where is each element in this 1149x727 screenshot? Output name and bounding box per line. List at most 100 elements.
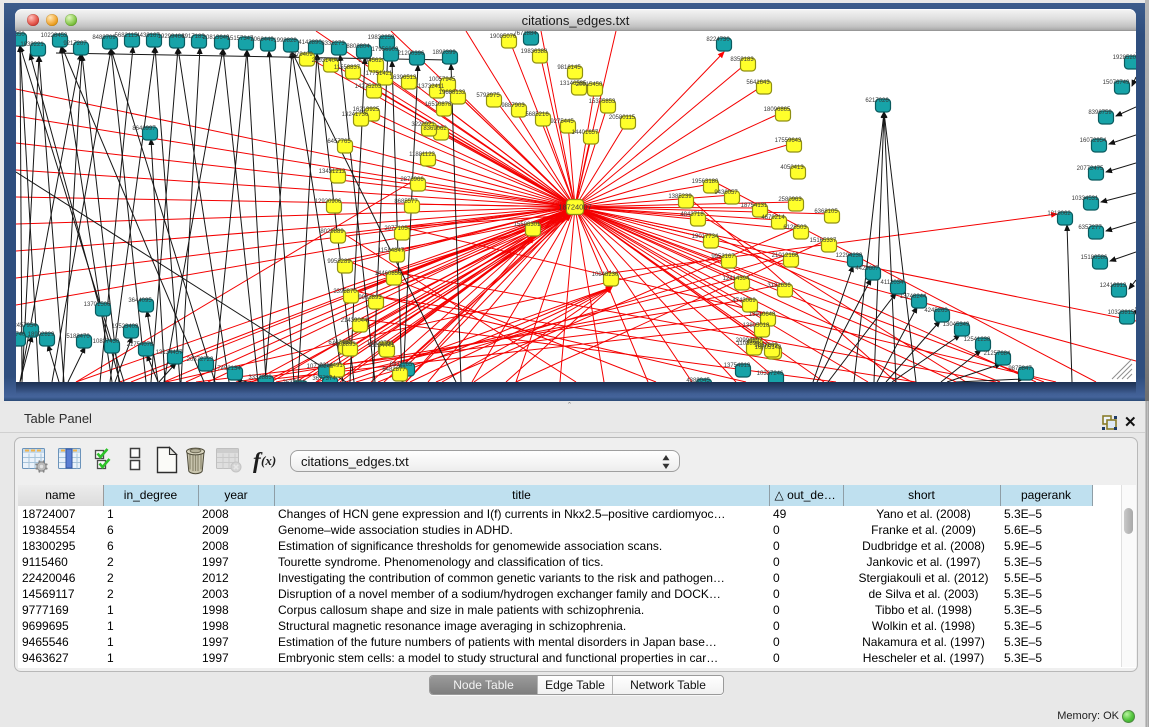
svg-text:13805018: 13805018 xyxy=(743,323,770,329)
svg-text:10848230: 10848230 xyxy=(592,272,619,278)
svg-text:12541238: 12541238 xyxy=(964,337,991,343)
svg-text:14275203: 14275203 xyxy=(355,84,382,90)
svg-text:8079409: 8079409 xyxy=(289,52,313,58)
svg-text:19688132: 19688132 xyxy=(439,90,466,96)
svg-text:5188470: 5188470 xyxy=(66,334,90,340)
svg-text:10057945: 10057945 xyxy=(429,77,456,83)
svg-text:3333883: 3333883 xyxy=(248,375,272,381)
svg-text:9953167: 9953167 xyxy=(711,254,735,260)
svg-text:16224441: 16224441 xyxy=(368,343,395,349)
svg-text:15076749: 15076749 xyxy=(1103,80,1130,86)
svg-text:16415740: 16415740 xyxy=(16,332,26,338)
svg-text:14460856: 14460856 xyxy=(375,271,402,277)
svg-text:12920906: 12920906 xyxy=(315,199,342,205)
svg-text:13134457: 13134457 xyxy=(156,350,183,356)
svg-text:9816145: 9816145 xyxy=(557,65,581,71)
svg-text:11558837: 11558837 xyxy=(334,65,361,71)
svg-text:11881122: 11881122 xyxy=(409,152,435,158)
svg-text:4112034: 4112034 xyxy=(881,280,905,286)
svg-text:13910648: 13910648 xyxy=(749,312,776,318)
svg-text:20580115: 20580115 xyxy=(609,115,636,121)
svg-text:21439044: 21439044 xyxy=(341,318,368,324)
svg-text:4743069: 4743069 xyxy=(732,298,756,304)
svg-text:16510878: 16510878 xyxy=(425,102,452,108)
svg-text:3395870: 3395870 xyxy=(333,289,357,295)
svg-text:20031404: 20031404 xyxy=(312,58,339,64)
svg-text:9875847: 9875847 xyxy=(1008,366,1032,372)
svg-text:15375853: 15375853 xyxy=(589,99,616,105)
svg-text:8646997: 8646997 xyxy=(132,126,156,132)
svg-text:8224730: 8224730 xyxy=(706,37,730,43)
svg-text:3644095: 3644095 xyxy=(128,298,152,304)
svg-text:9958289: 9958289 xyxy=(327,259,351,265)
svg-text:2876966: 2876966 xyxy=(400,177,424,183)
svg-text:8396759: 8396759 xyxy=(1088,110,1112,116)
svg-text:19832259: 19832259 xyxy=(368,35,395,41)
svg-text:2077105: 2077105 xyxy=(384,226,408,232)
svg-text:9214491: 9214491 xyxy=(319,363,343,369)
svg-text:1999828: 1999828 xyxy=(273,38,297,44)
svg-text:16072954: 16072954 xyxy=(1080,138,1107,144)
svg-text:14401657: 14401657 xyxy=(572,130,599,136)
svg-text:16396513: 16396513 xyxy=(390,75,417,81)
svg-text:4245263: 4245263 xyxy=(924,308,948,314)
svg-text:9887903: 9887903 xyxy=(501,103,525,109)
svg-text:1218062: 1218062 xyxy=(1047,211,1071,217)
svg-text:9983893: 9983893 xyxy=(358,295,382,301)
svg-text:20372723: 20372723 xyxy=(187,357,214,363)
svg-text:3220921: 3220921 xyxy=(411,122,435,128)
svg-text:4143890: 4143890 xyxy=(298,40,322,46)
svg-text:8685577: 8685577 xyxy=(394,199,418,205)
svg-text:1839221: 1839221 xyxy=(20,42,44,48)
svg-text:17559643: 17559643 xyxy=(775,138,802,144)
svg-text:6217026: 6217026 xyxy=(865,98,889,104)
svg-text:12414394: 12414394 xyxy=(723,276,750,282)
svg-text:10327246: 10327246 xyxy=(757,371,784,377)
svg-text:13146585: 13146585 xyxy=(560,81,587,87)
svg-text:1890399: 1890399 xyxy=(432,50,456,56)
svg-text:10837430: 10837430 xyxy=(93,339,120,345)
svg-text:13754919: 13754919 xyxy=(724,363,751,369)
svg-text:6128503: 6128503 xyxy=(783,225,807,231)
svg-text:19836388: 19836388 xyxy=(521,49,548,55)
svg-text:10334531: 10334531 xyxy=(1072,196,1099,202)
svg-text:20772475: 20772475 xyxy=(1077,166,1104,172)
svg-text:12294238: 12294238 xyxy=(836,253,863,259)
svg-text:5685216: 5685216 xyxy=(525,112,549,118)
svg-text:6306893: 6306893 xyxy=(332,342,356,348)
svg-text:6457765: 6457765 xyxy=(327,139,351,145)
svg-text:2580963: 2580963 xyxy=(778,197,802,203)
svg-text:12416912: 12416912 xyxy=(1100,283,1127,289)
svg-text:4679214: 4679214 xyxy=(761,215,785,221)
svg-text:4735650: 4735650 xyxy=(16,32,25,38)
svg-text:6368105: 6368105 xyxy=(814,209,838,215)
svg-text:19017734: 19017734 xyxy=(692,234,719,240)
svg-text:21754078: 21754078 xyxy=(127,342,154,348)
svg-text:18724007: 18724007 xyxy=(558,203,591,212)
svg-text:19563180: 19563180 xyxy=(692,179,719,185)
svg-text:21200396: 21200396 xyxy=(398,51,425,57)
svg-text:5641643: 5641643 xyxy=(746,80,770,86)
svg-text:15165337: 15165337 xyxy=(810,238,837,244)
svg-text:10323815: 10323815 xyxy=(1108,310,1135,316)
svg-text:7671884: 7671884 xyxy=(513,31,537,37)
svg-text:4429607: 4429607 xyxy=(855,266,879,272)
svg-text:18754131: 18754131 xyxy=(741,203,768,209)
svg-text:13748244: 13748244 xyxy=(900,294,927,300)
svg-text:3131636: 3131636 xyxy=(767,283,791,289)
svg-text:18096865: 18096865 xyxy=(764,107,791,113)
svg-text:8336273: 8336273 xyxy=(321,41,345,47)
svg-text:2457954: 2457954 xyxy=(16,323,37,329)
svg-text:5682115: 5682115 xyxy=(115,33,139,39)
svg-text:15588301: 15588301 xyxy=(514,222,541,228)
svg-text:2066449: 2066449 xyxy=(250,37,274,43)
svg-text:21257684: 21257684 xyxy=(984,351,1011,357)
svg-text:5793975: 5793975 xyxy=(476,93,500,99)
svg-text:1385239: 1385239 xyxy=(668,194,692,200)
svg-text:8489709: 8489709 xyxy=(92,35,116,41)
svg-text:8029889: 8029889 xyxy=(320,229,344,235)
svg-text:18992829: 18992829 xyxy=(28,332,55,338)
svg-text:9436057: 9436057 xyxy=(714,190,738,196)
svg-text:6357277: 6357277 xyxy=(1078,225,1102,231)
svg-text:21012166: 21012166 xyxy=(772,253,799,259)
